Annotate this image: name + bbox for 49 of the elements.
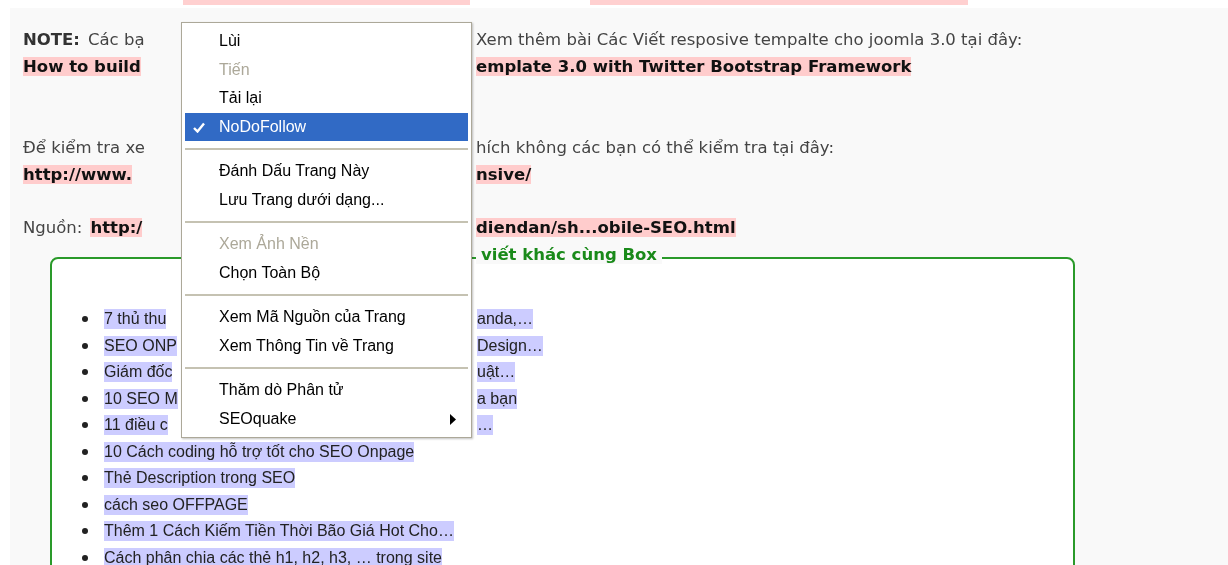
box-legend: viết khác cùng Box <box>476 245 662 264</box>
post-link[interactable]: Thẻ Description trong SEO <box>104 468 296 489</box>
post-link[interactable]: Design… <box>477 335 543 356</box>
link[interactable]: nsive/ <box>476 165 532 184</box>
check-icon <box>193 121 205 133</box>
post-link[interactable]: 11 điều c <box>104 415 168 436</box>
post-link[interactable]: 10 SEO M <box>104 388 178 409</box>
bullet-icon <box>82 342 88 349</box>
post-link[interactable]: SEO ONP <box>104 335 177 356</box>
bullet-icon <box>82 395 88 402</box>
paragraph-text: Để kiểm tra xe <box>23 138 145 157</box>
bullet-icon <box>82 501 88 508</box>
post-link[interactable]: cách seo OFFPAGE <box>104 494 248 515</box>
bullet-icon <box>82 422 88 429</box>
note-label: NOTE: <box>23 30 80 49</box>
post-link[interactable]: 7 thủ thu <box>104 309 167 330</box>
bullet-icon <box>82 554 88 561</box>
link[interactable]: http:/ <box>90 218 143 237</box>
menu-item[interactable]: NoDoFollow <box>185 112 468 141</box>
menu-item[interactable]: Tải lại <box>185 84 468 113</box>
menu-item[interactable]: Lùi <box>185 27 468 56</box>
bullet-icon <box>82 475 88 482</box>
bullet-icon <box>82 448 88 455</box>
menu-item[interactable]: Thăm dò Phân tử <box>185 376 468 405</box>
link[interactable]: How to build <box>23 57 141 76</box>
bullet-icon <box>82 316 88 323</box>
menu-item[interactable]: Xem Mã Nguồn của Trang <box>185 303 468 332</box>
paragraph-text: Các bạ <box>87 30 145 49</box>
menu-item[interactable]: Xem Thông Tin về Trang <box>185 331 468 360</box>
post-link[interactable]: Thêm 1 Cách Kiếm Tiền Thời Bão Giá Hot Cho… <box>104 521 454 542</box>
post-link[interactable]: … <box>477 415 493 436</box>
post-link[interactable]: uật… <box>477 362 516 383</box>
post-link[interactable]: Giám đốc <box>104 362 173 383</box>
menu-item[interactable]: Đánh Dấu Trang Này <box>185 157 468 186</box>
menu-item[interactable]: Lưu Trang dưới dạng... <box>185 185 468 214</box>
paragraph-text: Nguồn: <box>23 218 83 237</box>
menu-item[interactable]: SEOquake <box>185 404 468 433</box>
post-link[interactable]: anda,… <box>477 309 534 330</box>
link[interactable]: emplate 3.0 with Twitter Bootstrap Framework <box>476 57 912 76</box>
link[interactable]: diendan/sh...obile-SEO.html <box>476 218 736 237</box>
paragraph-text: Xem thêm bài Các Viết resposive tempalte cho joomla 3.0 tại đây: <box>476 30 1023 49</box>
paragraph-text: hích không các bạn có thể kiểm tra tại đây: <box>476 138 834 157</box>
bullet-icon <box>82 369 88 376</box>
post-link[interactable]: a bạn <box>477 388 518 409</box>
submenu-arrow-icon <box>450 413 456 425</box>
post-link[interactable]: 10 Cách coding hỗ trợ tốt cho SEO Onpage <box>104 441 415 462</box>
bullet-icon <box>82 528 88 535</box>
link[interactable]: http://www. <box>23 165 132 184</box>
menu-item[interactable]: Chọn Toàn Bộ <box>185 258 468 287</box>
